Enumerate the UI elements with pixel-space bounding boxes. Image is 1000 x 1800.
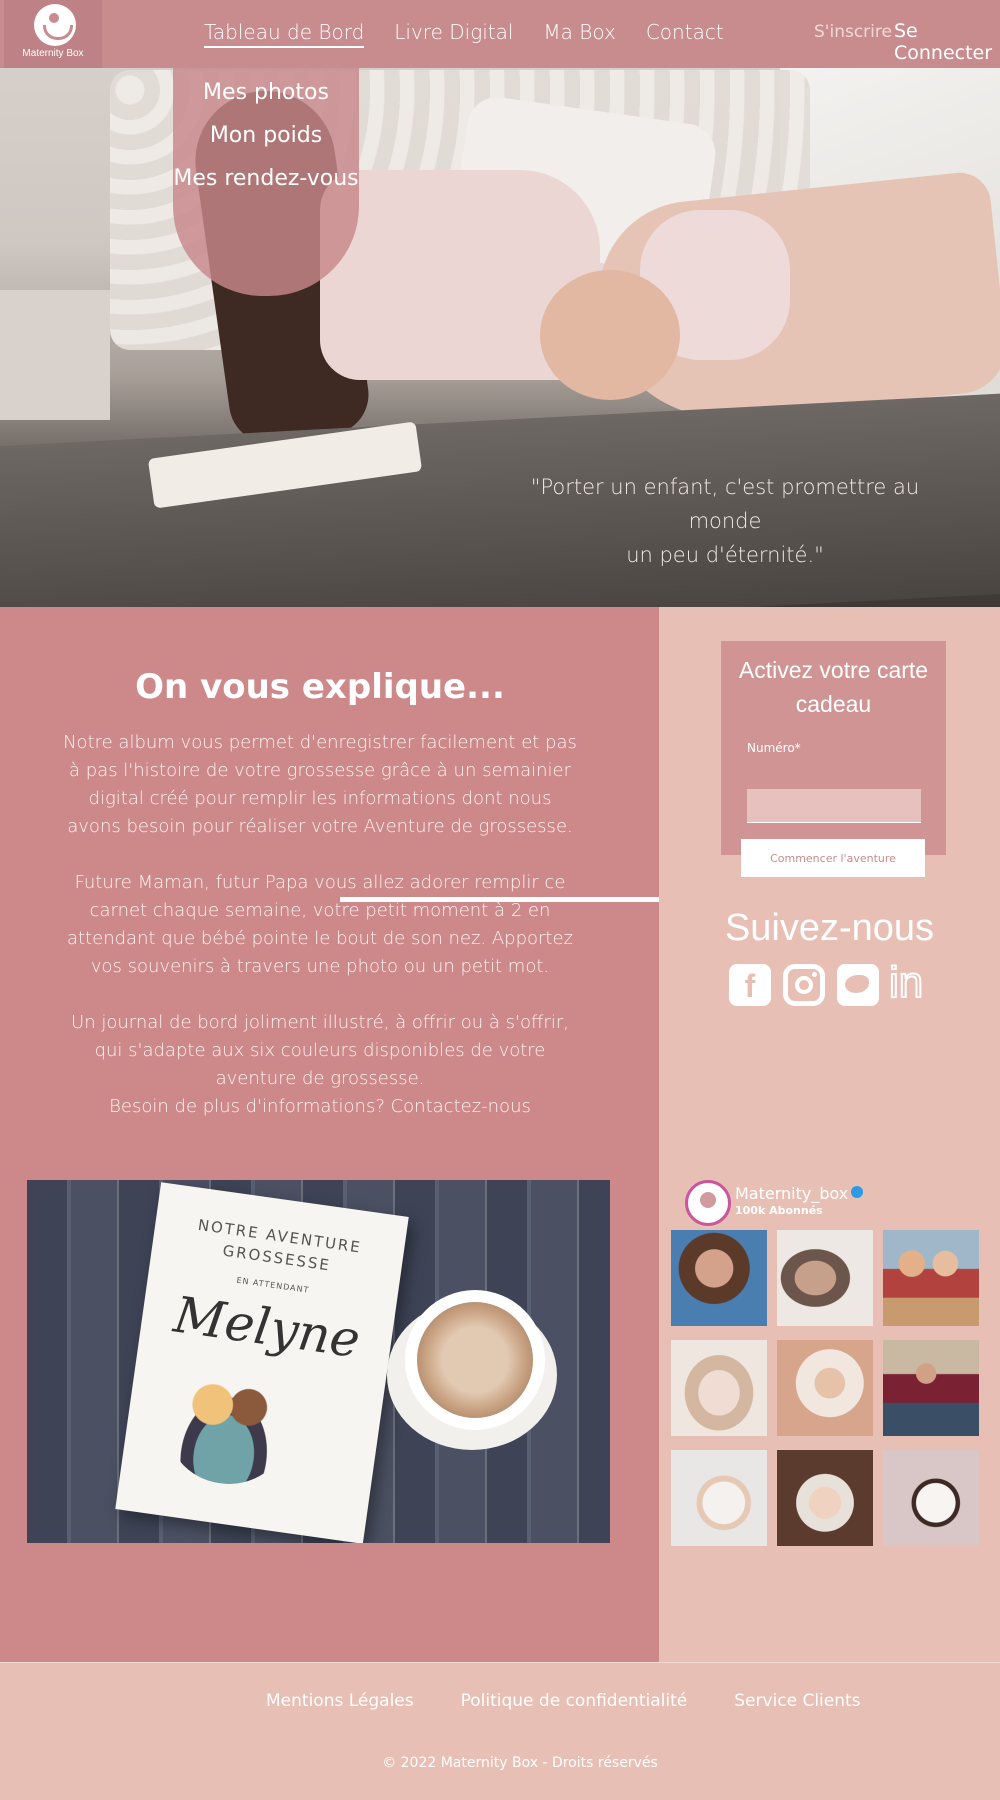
- gift-card-panel: Activez votre carte cadeau Numéro* Comme…: [721, 641, 946, 877]
- explain-title: On vous explique...: [135, 667, 505, 707]
- start-adventure-button[interactable]: Commencer l'aventure: [741, 839, 925, 877]
- footer-links: Mentions Légales Politique de confidenti…: [266, 1691, 861, 1711]
- instagram-photo-bearded-man[interactable]: [671, 1230, 767, 1326]
- nav-livre-digital[interactable]: Livre Digital: [394, 20, 513, 48]
- instagram-photo-baby-flatlay[interactable]: [777, 1340, 873, 1436]
- instagram-username: Maternity_box: [735, 1184, 864, 1203]
- instagram-grid: [671, 1230, 981, 1546]
- nav-tableau-de-bord[interactable]: Tableau de Bord: [204, 20, 365, 48]
- login-link[interactable]: Se Connecter: [894, 20, 1000, 64]
- hero-quote-line2: un peu d'éternité.": [626, 543, 824, 567]
- hero-quote: "Porter un enfant, c'est promettre au mo…: [510, 470, 940, 572]
- instagram-username-text: Maternity_box: [735, 1184, 849, 1203]
- dropdown-item-mes-rendez-vous[interactable]: Mes rendez-vous: [173, 166, 359, 191]
- instagram-photo-family-reading[interactable]: [883, 1230, 979, 1326]
- nav-ma-box[interactable]: Ma Box: [543, 20, 615, 48]
- hero-quote-line1: "Porter un enfant, c'est promettre au mo…: [530, 475, 920, 533]
- instagram-followers: 100k Abonnés: [735, 1204, 823, 1217]
- hero-section: "Porter un enfant, c'est promettre au mo…: [0, 0, 1000, 607]
- instagram-photo-pregnant-woman-white-dress[interactable]: [883, 1450, 979, 1546]
- linkedin-icon[interactable]: [889, 958, 933, 1008]
- explain-paragraph-1: Notre album vous permet d'enregistrer fa…: [63, 732, 577, 837]
- dropdown-item-mon-poids[interactable]: Mon poids: [173, 123, 359, 148]
- dropdown-item-mes-photos[interactable]: Mes photos: [173, 80, 359, 105]
- verified-badge-icon: [851, 1186, 864, 1198]
- social-links: [729, 958, 933, 1008]
- logo-text: Maternity Box: [22, 48, 84, 59]
- main-nav: Tableau de Bord Livre Digital Ma Box Con…: [204, 20, 724, 48]
- instagram-photo-father-newborn[interactable]: [777, 1450, 873, 1546]
- instagram-photo-pregnant-woman-bed[interactable]: [671, 1450, 767, 1546]
- follow-us-title: Suivez-nous: [724, 907, 935, 949]
- copyright: © 2022 Maternity Box - Droits réservés: [382, 1755, 658, 1771]
- gift-card-title: Activez votre carte cadeau: [738, 657, 929, 717]
- instagram-photo-sleeping-couple[interactable]: [777, 1230, 873, 1326]
- site-footer: Mentions Légales Politique de confidenti…: [0, 1662, 1000, 1800]
- site-logo[interactable]: Maternity Box: [4, 0, 102, 68]
- product-image: NOTRE AVENTURE GROSSESSE EN ATTENDANT Me…: [27, 1180, 610, 1543]
- logo-icon: [34, 4, 76, 46]
- twitter-icon[interactable]: [837, 964, 879, 1006]
- footer-link-mentions-legales[interactable]: Mentions Légales: [266, 1691, 414, 1711]
- contact-us-link[interactable]: Besoin de plus d'informations? Contactez…: [60, 1093, 580, 1121]
- gift-card-number-input[interactable]: [747, 789, 921, 823]
- hero-nightstand: [0, 290, 110, 420]
- site-header: Maternity Box Tableau de Bord Livre Digi…: [0, 0, 1000, 68]
- instagram-avatar: [685, 1180, 731, 1226]
- gift-card-number-label: Numéro*: [747, 741, 801, 755]
- instagram-icon[interactable]: [783, 964, 825, 1006]
- coffee: [417, 1302, 533, 1418]
- explain-text: Notre album vous permet d'enregistrer fa…: [60, 729, 580, 1121]
- product-book: NOTRE AVENTURE GROSSESSE EN ATTENDANT Me…: [115, 1182, 409, 1543]
- book-couple-illustration: [160, 1366, 295, 1492]
- nav-contact[interactable]: Contact: [646, 20, 724, 48]
- explain-section: On vous explique... Notre album vous per…: [0, 607, 659, 1662]
- facebook-icon[interactable]: [729, 964, 771, 1008]
- right-column: Activez votre carte cadeau Numéro* Comme…: [659, 607, 1000, 1662]
- dashboard-dropdown-menu: Mes photos Mon poids Mes rendez-vous: [173, 68, 359, 296]
- signup-link[interactable]: S'inscrire: [814, 22, 892, 42]
- hero-woman-belly: [540, 270, 680, 400]
- explain-paragraph-2: Future Maman, futur Papa vous allez ador…: [66, 872, 574, 977]
- instagram-photo-newborn-basket[interactable]: [671, 1340, 767, 1436]
- explain-paragraph-3: Un journal de bord joliment illustré, à …: [71, 1012, 569, 1089]
- footer-link-politique-confidentialite[interactable]: Politique de confidentialité: [461, 1691, 688, 1711]
- instagram-photo-pregnant-couple-autumn[interactable]: [883, 1340, 979, 1436]
- footer-link-service-clients[interactable]: Service Clients: [734, 1691, 860, 1711]
